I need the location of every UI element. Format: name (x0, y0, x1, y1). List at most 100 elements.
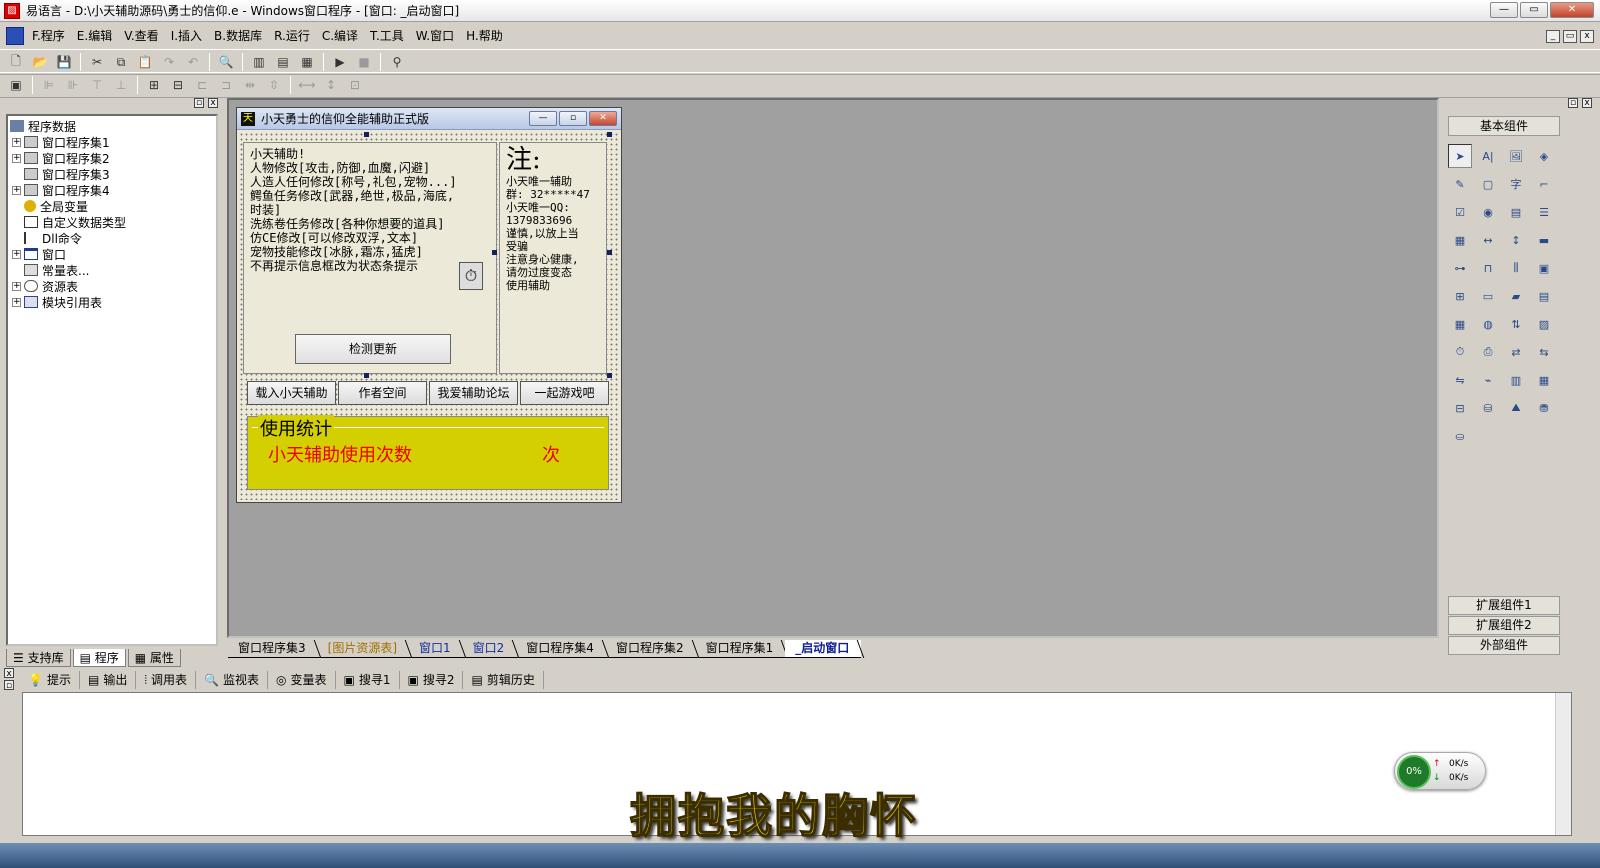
network-icon[interactable]: ⇄ (1504, 340, 1528, 364)
network-speed-widget[interactable]: 0% ↑ 0K/s ↓ 0K/s (1394, 752, 1486, 790)
form-client-area[interactable]: 小天辅助! 人物修改[攻击,防御,血魔,闪避] 人造人任何修改[称号,礼包,宠物… (239, 132, 619, 500)
radio-icon[interactable]: ◉ (1476, 200, 1500, 224)
open-folder-icon[interactable]: 📂 (30, 52, 50, 72)
paste-icon[interactable]: 📋 (135, 52, 155, 72)
menu-help[interactable]: H.帮助 (460, 24, 509, 48)
menu-run[interactable]: R.运行 (268, 24, 316, 48)
tree-item-resources[interactable]: + 资源表 (8, 278, 216, 294)
tree-item-module3[interactable]: 窗口程序集3 (8, 166, 216, 182)
close-button[interactable]: ✕ (1550, 2, 1594, 18)
panel-close-icon[interactable]: x (208, 98, 218, 108)
vertical-scrollbar[interactable] (1555, 693, 1571, 835)
new-file-icon[interactable]: 🗋 (6, 52, 26, 72)
form-table-icon[interactable]: ▥ (1504, 368, 1528, 392)
tab-properties[interactable]: ▦ 属性 (127, 649, 181, 667)
space-horizontal-icon[interactable]: ⇹ (240, 75, 260, 95)
align-bottom-icon[interactable]: ⊥ (111, 75, 131, 95)
tree-item-module2[interactable]: + 窗口程序集2 (8, 150, 216, 166)
grid-icon[interactable]: ⊞ (1448, 284, 1472, 308)
picture-frame-icon[interactable]: ▢ (1476, 172, 1500, 196)
cut-icon[interactable]: ✂ (87, 52, 107, 72)
doc-tab-image-resources[interactable]: [图片资源表] (317, 640, 410, 658)
menu-database[interactable]: B.数据库 (208, 24, 268, 48)
expand-icon[interactable]: + (12, 137, 21, 147)
copy-icon[interactable]: ⧉ (111, 52, 131, 72)
mdi-window-icon[interactable] (6, 27, 24, 45)
load-assistant-button[interactable]: 载入小天辅助 (247, 381, 336, 405)
expand-icon[interactable]: + (12, 297, 21, 307)
vscroll-icon[interactable]: ↕ (1504, 228, 1528, 252)
menu-view[interactable]: V.查看 (118, 24, 164, 48)
selection-handle[interactable] (607, 250, 612, 255)
align-top-icon[interactable]: ⊤ (87, 75, 107, 95)
port-icon[interactable]: ⌁ (1476, 368, 1500, 392)
doc-tab-window2[interactable]: 窗口2 (462, 640, 517, 658)
form-icon[interactable]: ▣ (6, 75, 26, 95)
status-bar-icon[interactable]: ▭ (1476, 284, 1500, 308)
progress-icon[interactable]: ▬ (1532, 228, 1556, 252)
menu-edit[interactable]: E.编辑 (71, 24, 118, 48)
tree-item-windows[interactable]: + 窗口 (8, 246, 216, 262)
tree-icon[interactable]: ▨ (1532, 312, 1556, 336)
designed-form[interactable]: 天 小天勇士的信仰全能辅助正式版 — ▫ ✕ 小天辅助! 人物修改[攻击,防御,… (236, 107, 622, 503)
find-icon[interactable]: 🔍 (216, 52, 236, 72)
tab-variables[interactable]: ◎ 变量表 (268, 671, 336, 689)
edit-box-icon[interactable]: ✎ (1448, 172, 1472, 196)
menu-tools[interactable]: T.工具 (364, 24, 410, 48)
data-source-icon[interactable]: ⊟ (1448, 396, 1472, 420)
menu-program[interactable]: F.程序 (26, 24, 71, 48)
expand-icon[interactable]: + (12, 153, 21, 163)
menu-insert[interactable]: I.插入 (165, 24, 208, 48)
tab-search1[interactable]: ▣ 搜寻1 (336, 671, 400, 689)
same-height-icon[interactable]: ⊏ (192, 75, 212, 95)
selection-handle[interactable] (364, 373, 369, 378)
chart-icon[interactable]: ⛰ (1504, 396, 1528, 420)
layout-bottom-icon[interactable]: ▤ (273, 52, 293, 72)
picture-box-icon[interactable]: 🖼 (1504, 144, 1528, 168)
align-left-icon[interactable]: ⊫ (39, 75, 59, 95)
client-icon[interactable]: ⇋ (1448, 368, 1472, 392)
tree-item-module4[interactable]: + 窗口程序集4 (8, 182, 216, 198)
tree-item-global-vars[interactable]: 全局变量 (8, 198, 216, 214)
equal-spacing-icon[interactable]: ⟷ (297, 75, 317, 95)
text-icon[interactable]: 字 (1504, 172, 1528, 196)
pointer-icon[interactable]: ➤ (1448, 144, 1472, 168)
tab-output[interactable]: ▤ 输出 (80, 671, 137, 689)
menu-compile[interactable]: C.编译 (316, 24, 364, 48)
tab-hint[interactable]: 💡 提示 (20, 671, 80, 689)
same-width-icon[interactable]: ⊐ (216, 75, 236, 95)
tab-search2[interactable]: ▣ 搜寻2 (400, 671, 464, 689)
hscroll-icon[interactable]: ↔ (1476, 228, 1500, 252)
redo-icon[interactable]: ↷ (159, 52, 179, 72)
database-tool-icon[interactable]: ⛁ (1476, 396, 1500, 420)
odbc-source-icon[interactable]: ⛀ (1448, 424, 1472, 448)
selection-handle[interactable] (607, 373, 612, 378)
mdi-restore-button[interactable]: ▭ (1563, 30, 1577, 43)
center-horizontal-icon[interactable]: ⊞ (144, 75, 164, 95)
maximize-button[interactable]: ▭ (1520, 2, 1548, 18)
layout-right-icon[interactable]: ▦ (297, 52, 317, 72)
extended-components-2-button[interactable]: 扩展组件2 (1448, 616, 1560, 635)
check-update-button[interactable]: 检测更新 (295, 334, 451, 364)
tab-support-library[interactable]: ☰ 支持库 (6, 649, 71, 667)
timer-icon[interactable]: ⏱ (459, 262, 483, 290)
tab-program[interactable]: ▤ 程序 (72, 649, 126, 667)
selection-handle[interactable] (607, 132, 612, 137)
tree-item-constants[interactable]: 常量表... (8, 262, 216, 278)
server-icon[interactable]: ⇆ (1532, 340, 1556, 364)
image-list-icon[interactable]: ▣ (1532, 256, 1556, 280)
checkbox-icon[interactable]: ☑ (1448, 200, 1472, 224)
printer-icon[interactable]: ⎙ (1476, 340, 1500, 364)
stop-icon[interactable]: ■ (354, 52, 374, 72)
document-icon[interactable]: ▤ (1532, 284, 1556, 308)
doc-tab-module1[interactable]: 窗口程序集1 (695, 640, 786, 658)
notice-label[interactable]: 注: 小天唯一辅助 群: 32*****47 小天唯一QQ: 137983369… (499, 142, 607, 374)
calendar-icon[interactable]: ▦ (1448, 312, 1472, 336)
tree-item-program-data[interactable]: 程序数据 (8, 118, 216, 134)
binoculars-icon[interactable]: ⚲ (387, 52, 407, 72)
records-icon[interactable]: ▦ (1532, 368, 1556, 392)
panel-pin-icon[interactable]: ▫ (1568, 98, 1578, 108)
forum-button[interactable]: 我爱辅助论坛 (429, 381, 518, 405)
split-icon[interactable]: ⫼ (1504, 256, 1528, 280)
play-together-button[interactable]: 一起游戏吧 (520, 381, 609, 405)
